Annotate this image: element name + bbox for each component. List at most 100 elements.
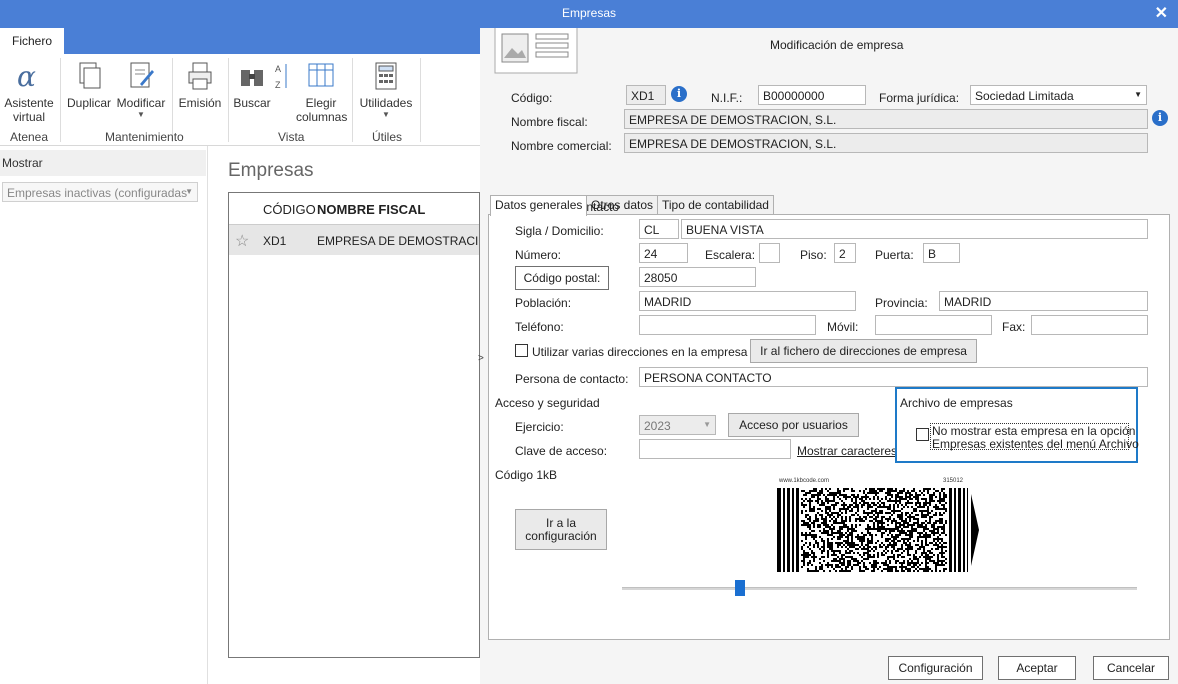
provincia-field[interactable]: MADRID: [939, 291, 1148, 311]
ribbon: α Asistente virtual Duplicar Modificar ▼…: [0, 54, 480, 146]
poblacion-field[interactable]: MADRID: [639, 291, 856, 311]
chevron-right-icon[interactable]: >: [478, 353, 484, 364]
tab-tipo-contabilidad[interactable]: Tipo de contabilidad: [657, 195, 774, 215]
escalera-field[interactable]: [759, 243, 780, 263]
chevron-down-icon: ▼: [185, 187, 193, 196]
buscar-button[interactable]: Buscar: [232, 54, 272, 110]
tab-datos-generales[interactable]: Datos generales: [490, 195, 588, 216]
ribbon-separator: [352, 58, 353, 142]
list-area: Empresas CÓDIGO NOMBRE FISCAL ☆ XD1 EMPR…: [208, 146, 480, 684]
calculator-icon: [375, 62, 397, 90]
info-icon[interactable]: i: [671, 86, 687, 102]
escalera-label: Escalera:: [705, 248, 756, 262]
section-acceso: Acceso y seguridad: [495, 396, 600, 410]
duplicate-icon: [79, 62, 101, 89]
aceptar-button[interactable]: Aceptar: [998, 656, 1076, 680]
ribbon-tab-strip: Fichero: [0, 28, 480, 54]
ejercicio-label: Ejercicio:: [515, 420, 564, 434]
elegir-columnas-button[interactable]: Elegir columnas: [296, 54, 347, 124]
ejercicio-select[interactable]: 2023 ▼: [639, 415, 716, 435]
asistente-virtual-button[interactable]: α Asistente virtual: [2, 54, 56, 124]
column-header-nombre-fiscal[interactable]: NOMBRE FISCAL: [317, 202, 425, 217]
varias-direcciones-checkbox[interactable]: [515, 344, 528, 357]
fax-label: Fax:: [1002, 320, 1026, 334]
alpha-icon: α: [17, 60, 36, 92]
info-icon[interactable]: i: [1152, 110, 1168, 126]
sort-az-icon: AZ: [275, 64, 287, 90]
group-label-atenea: Atenea: [10, 130, 49, 144]
chevron-down-icon: ▼: [1134, 90, 1142, 99]
telefono-label: Teléfono:: [515, 320, 564, 334]
window-title: Empresas: [561, 6, 617, 20]
page-title: Empresas: [228, 160, 314, 181]
forma-juridica-label: Forma jurídica:: [879, 91, 960, 105]
section-codigo-1kb: Código 1kB: [495, 468, 558, 482]
barcode-url: www.1kbcode.com: [779, 478, 830, 484]
poblacion-label: Población:: [515, 296, 572, 310]
persona-contacto-field[interactable]: PERSONA CONTACTO: [639, 367, 1148, 387]
nombre-comercial-field[interactable]: EMPRESA DE DEMOSTRACION, S.L.: [624, 133, 1148, 153]
movil-label: Móvil:: [827, 320, 859, 334]
piso-field[interactable]: 2: [834, 243, 856, 263]
barcode-image: [777, 488, 979, 572]
clave-acceso-label: Clave de acceso:: [515, 444, 608, 458]
fax-field[interactable]: [1031, 315, 1148, 335]
piso-label: Piso:: [800, 248, 827, 262]
provincia-label: Provincia:: [875, 296, 928, 310]
dialog-title: Modificación de empresa: [770, 38, 904, 52]
no-mostrar-label: No mostrar esta empresa en la opción Emp…: [930, 423, 1139, 451]
codigo-field[interactable]: XD1: [626, 85, 666, 105]
group-label-utiles: Útiles: [372, 130, 403, 144]
domicilio-field[interactable]: BUENA VISTA: [681, 219, 1148, 239]
utilidades-button[interactable]: Utilidades ▼: [356, 54, 416, 119]
column-header-codigo[interactable]: CÓDIGO: [263, 202, 316, 217]
group-label-mantenimiento: Mantenimiento: [105, 130, 184, 144]
nombre-comercial-label: Nombre comercial:: [511, 139, 612, 153]
puerta-field[interactable]: B: [923, 243, 960, 263]
acceso-usuarios-button[interactable]: Acceso por usuarios: [728, 413, 859, 437]
tab-fichero[interactable]: Fichero: [0, 28, 64, 54]
zoom-slider[interactable]: [735, 580, 746, 596]
modificar-button[interactable]: Modificar ▼: [114, 54, 168, 119]
edit-document-icon: [130, 62, 154, 88]
close-icon[interactable]: ✕: [1155, 3, 1168, 23]
mostrar-caracteres-link[interactable]: Mostrar caracteres: [797, 444, 897, 458]
sort-button[interactable]: AZ: [272, 54, 292, 96]
nif-field[interactable]: B00000000: [758, 85, 866, 105]
nombre-fiscal-label: Nombre fiscal:: [511, 115, 588, 129]
emision-button[interactable]: Emisión: [176, 54, 224, 110]
star-icon[interactable]: ☆: [235, 231, 249, 251]
cancelar-button[interactable]: Cancelar: [1093, 656, 1169, 680]
title-bar: Empresas ✕: [0, 0, 1178, 28]
clave-acceso-field[interactable]: [639, 439, 791, 459]
numero-field[interactable]: 24: [639, 243, 688, 263]
binoculars-icon: [241, 70, 263, 86]
codigo-postal-field[interactable]: 28050: [639, 267, 756, 287]
duplicar-button[interactable]: Duplicar: [64, 54, 114, 110]
forma-juridica-select[interactable]: Sociedad Limitada ▼: [970, 85, 1147, 105]
nif-label: N.I.F.:: [711, 91, 743, 105]
barcode-number: 315012: [943, 478, 964, 484]
configuracion-button[interactable]: Configuración: [888, 656, 983, 680]
no-mostrar-checkbox[interactable]: [916, 428, 929, 441]
puerta-label: Puerta:: [875, 248, 914, 262]
codigo-postal-button[interactable]: Código postal:: [515, 266, 609, 290]
filter-select[interactable]: Empresas inactivas (configuradas ▼: [2, 182, 198, 202]
telefono-field[interactable]: [639, 315, 816, 335]
row-codigo: XD1: [263, 234, 287, 248]
columns-icon: [308, 63, 334, 87]
nombre-fiscal-field[interactable]: EMPRESA DE DEMOSTRACION, S.L.: [624, 109, 1148, 129]
fichero-direcciones-button[interactable]: Ir al fichero de direcciones de empresa: [750, 339, 977, 363]
table-row[interactable]: ☆ XD1 EMPRESA DE DEMOSTRACION: [229, 225, 479, 255]
ribbon-separator: [228, 58, 229, 142]
svg-text:A: A: [275, 64, 281, 74]
company-card-icon: [494, 28, 578, 74]
varias-direcciones-label: Utilizar varias direcciones en la empres…: [532, 345, 748, 359]
numero-label: Número:: [515, 248, 562, 262]
group-label-vista: Vista: [278, 130, 305, 144]
section-archivo: Archivo de empresas: [900, 396, 1013, 410]
ir-configuracion-button[interactable]: Ir a la configuración: [515, 509, 607, 550]
movil-field[interactable]: [875, 315, 992, 335]
sigla-field[interactable]: CL: [639, 219, 679, 239]
codigo-label: Código:: [511, 91, 553, 105]
